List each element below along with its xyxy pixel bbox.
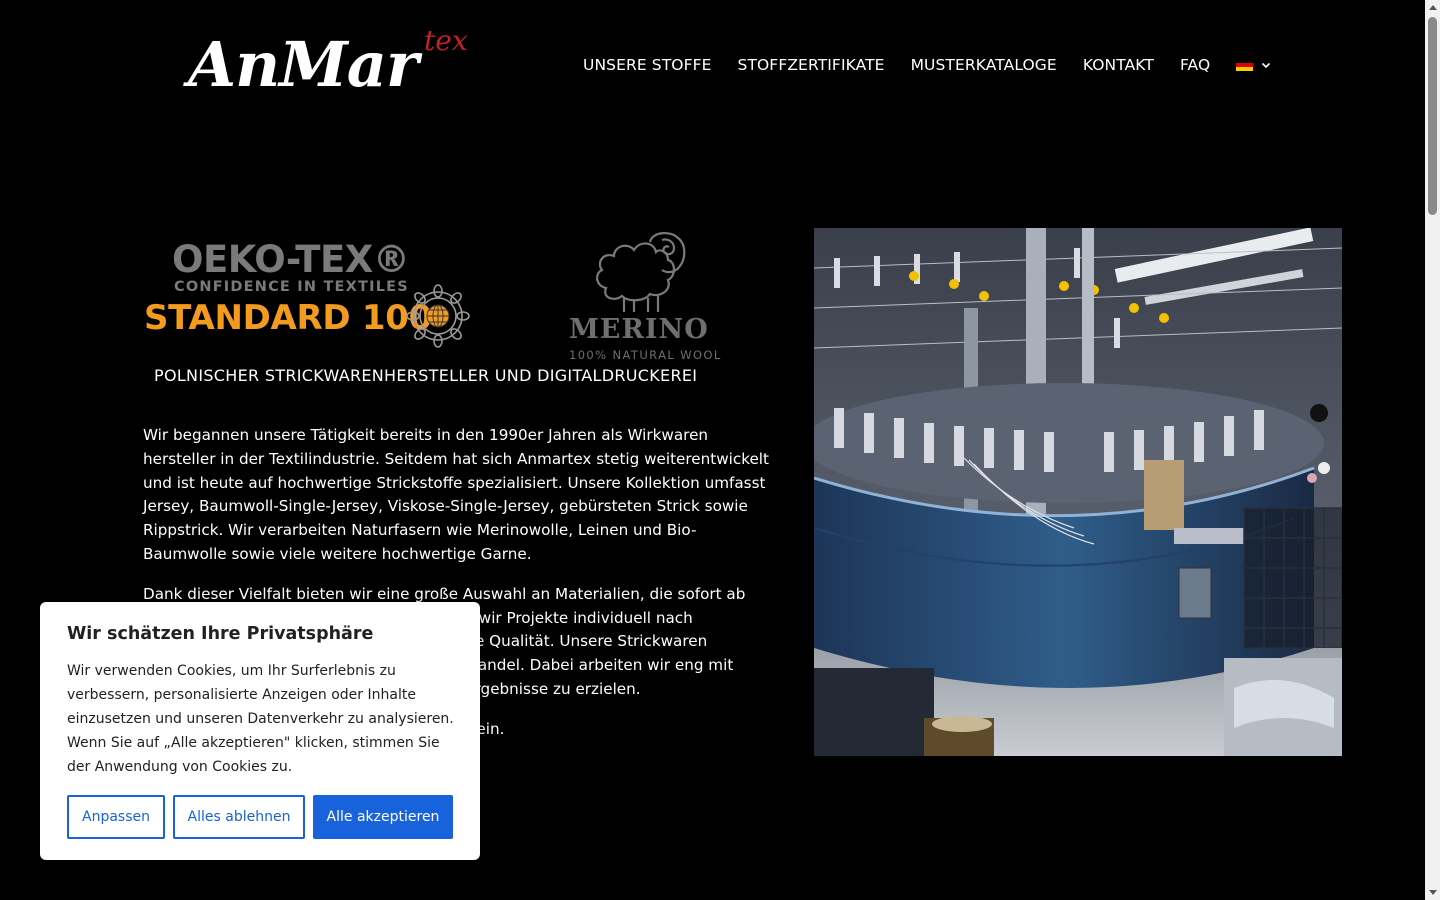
logo-text: AnMar bbox=[188, 28, 419, 101]
merino-badge: MERINO 100% NATURAL WOOL bbox=[566, 228, 720, 363]
german-flag-icon bbox=[1236, 59, 1254, 71]
nav-item-unsere-stoffe[interactable]: UNSERE STOFFE bbox=[583, 55, 712, 75]
knitting-machine-photo bbox=[814, 228, 1342, 756]
oeko-tex-badge: OEKO-TEX® CONFIDENCE IN TEXTILES STANDAR… bbox=[143, 238, 478, 350]
merino-title: MERINO bbox=[569, 314, 709, 345]
tagline: POLNISCHER STRICKWARENHERSTELLER UND DIG… bbox=[154, 366, 698, 385]
intro-paragraph: Wir begannen unsere Tätigkeit bereits in… bbox=[143, 426, 769, 563]
oeko-tex-title: OEKO-TEX® bbox=[172, 238, 410, 281]
merino-subtitle: 100% NATURAL WOOL bbox=[569, 348, 722, 362]
main-nav: UNSERE STOFFE STOFFZERTIFIKATE MUSTERKAT… bbox=[583, 53, 1272, 77]
cookie-description: Wir verwenden Cookies, um Ihr Surferlebn… bbox=[67, 663, 454, 775]
oeko-tex-standard: STANDARD 100 bbox=[144, 298, 432, 338]
page-scrollbar[interactable] bbox=[1425, 0, 1440, 900]
chevron-down-icon bbox=[1262, 62, 1271, 69]
cookie-actions: Anpassen Alles ablehnen Alle akzeptieren bbox=[67, 795, 461, 839]
nav-item-kontakt[interactable]: KONTAKT bbox=[1083, 55, 1154, 75]
scroll-down-icon[interactable] bbox=[1429, 890, 1437, 895]
knitting-machine-image bbox=[814, 228, 1342, 756]
cookie-customize-button[interactable]: Anpassen bbox=[67, 795, 165, 839]
nav-item-faq[interactable]: FAQ bbox=[1180, 55, 1210, 75]
cookie-accept-all-button[interactable]: Alle akzeptieren bbox=[313, 795, 453, 839]
cookie-reject-all-button[interactable]: Alles ablehnen bbox=[173, 795, 305, 839]
cookie-consent-banner: Wir schätzen Ihre Privatsphäre Wir verwe… bbox=[40, 602, 480, 860]
site-logo[interactable]: AnMar tex bbox=[186, 24, 471, 103]
oeko-tex-seal-icon bbox=[406, 284, 470, 348]
nav-item-musterkataloge[interactable]: MUSTERKATALOGE bbox=[911, 55, 1057, 75]
language-switcher[interactable] bbox=[1236, 59, 1272, 71]
oeko-tex-subtitle: CONFIDENCE IN TEXTILES bbox=[174, 279, 409, 295]
logo-superscript: tex bbox=[424, 24, 468, 57]
scroll-up-icon[interactable] bbox=[1429, 5, 1437, 10]
nav-item-stoffzertifikate[interactable]: STOFFZERTIFIKATE bbox=[738, 55, 885, 75]
cookie-title: Wir schätzen Ihre Privatsphäre bbox=[67, 624, 374, 644]
sheep-icon bbox=[596, 232, 686, 312]
scrollbar-thumb[interactable] bbox=[1428, 17, 1437, 215]
